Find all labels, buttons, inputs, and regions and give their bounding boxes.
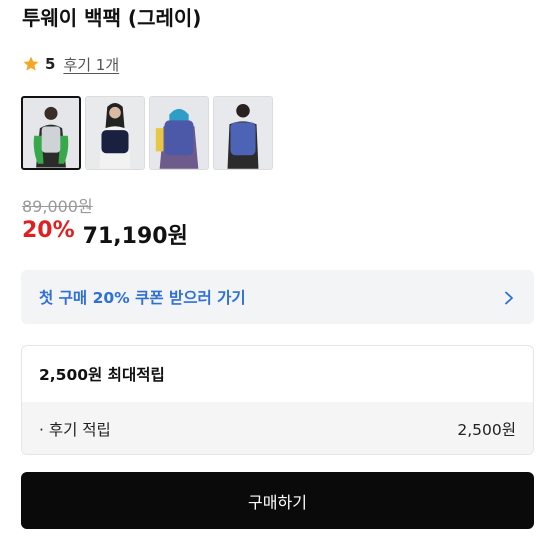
buy-button[interactable]: 구매하기	[21, 472, 534, 529]
star-icon	[22, 55, 40, 73]
review-points-value: 2,500원	[457, 421, 516, 439]
thumbnail-2[interactable]	[85, 96, 145, 170]
points-box: 2,500원 최대적립 · 후기 적립 2,500원	[21, 345, 534, 455]
rating-row: 5 후기 1개	[22, 53, 119, 75]
product-title: 투웨이 백팩 (그레이)	[22, 6, 202, 30]
navy-backpack-photo	[86, 97, 144, 169]
review-points-label: · 후기 적립	[39, 421, 111, 439]
original-price: 89,000원	[22, 197, 93, 216]
sale-price: 71,190원	[82, 224, 188, 249]
blue-backpack-photo	[150, 97, 208, 169]
first-purchase-coupon-banner[interactable]: 첫 구매 20% 쿠폰 받으러 가기	[21, 270, 534, 324]
review-points-row: · 후기 적립 2,500원	[22, 402, 533, 454]
max-points-heading: 2,500원 최대적립	[39, 366, 165, 384]
coupon-text: 첫 구매 20% 쿠폰 받으러 가기	[39, 289, 246, 307]
thumbnail-3[interactable]	[149, 96, 209, 170]
review-count-link[interactable]: 후기 1개	[63, 54, 119, 75]
blue-backpack-photo	[214, 97, 272, 169]
thumbnail-4[interactable]	[213, 96, 273, 170]
rating-score: 5	[45, 55, 56, 73]
thumbnail-gallery	[21, 96, 273, 170]
gray-backpack-photo	[23, 98, 79, 168]
thumbnail-1[interactable]	[21, 96, 81, 170]
discount-rate: 20%	[22, 218, 75, 243]
chevron-right-icon	[502, 290, 516, 305]
sale-price-row: 20% 71,190원	[22, 218, 188, 250]
